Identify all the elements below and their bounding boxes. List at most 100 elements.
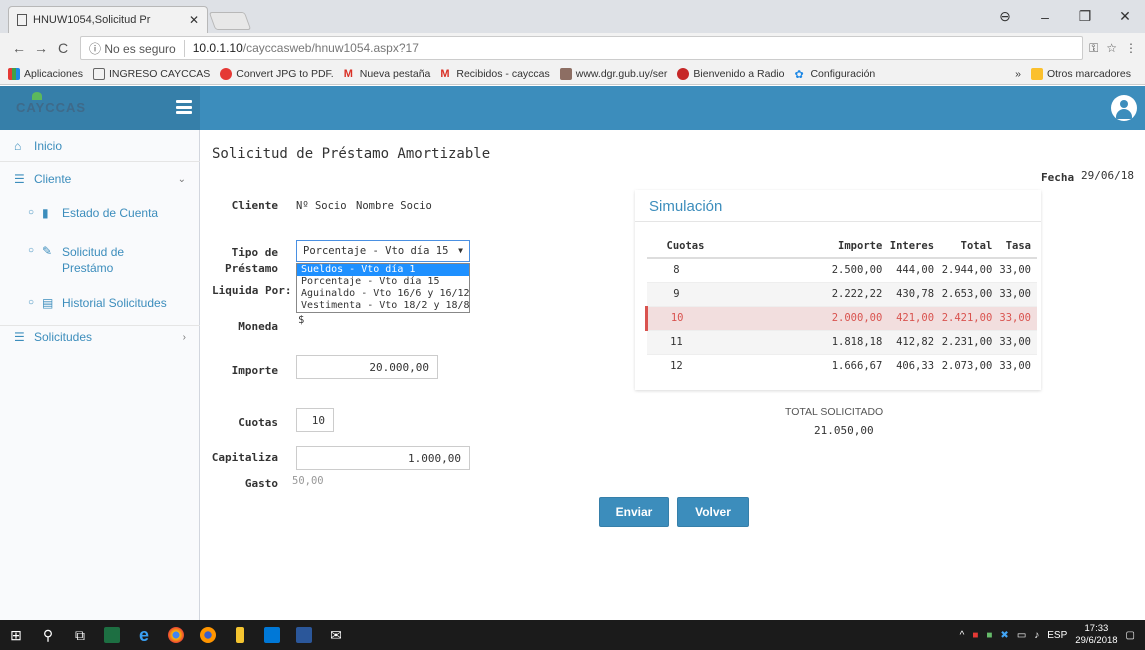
fecha-label: Fecha	[1041, 171, 1075, 184]
importe-cell: 2.222,22	[712, 281, 889, 306]
language-indicator[interactable]: ESP	[1047, 630, 1067, 641]
new-tab-button[interactable]	[208, 12, 252, 30]
dropdown-option[interactable]: Porcentaje - Vto día 15	[297, 276, 469, 288]
user-avatar-icon[interactable]	[1111, 95, 1137, 121]
bullet-icon: ○	[28, 245, 35, 256]
dropdown-option[interactable]: Aguinaldo - Vto 16/6 y 16/12	[297, 288, 470, 300]
interes-cell: 421,00	[888, 305, 941, 330]
table-row-selected[interactable]: 10 2.000,00 421,00 2.421,00 33,00	[645, 305, 1037, 330]
search-icon[interactable]: ⚲	[32, 620, 64, 650]
tipo-selected-value: Porcentaje - Vto día 15	[303, 245, 449, 257]
bookmark-label: www.dgr.gub.uy/ser	[575, 67, 668, 80]
excel-icon[interactable]	[96, 620, 128, 650]
reload-icon[interactable]: C	[52, 40, 74, 56]
enviar-button[interactable]: Enviar	[599, 497, 669, 527]
logo-area[interactable]: CAYCCAS	[0, 86, 200, 130]
mail-icon[interactable]: ✉	[320, 620, 352, 650]
gasto-label: Gasto	[244, 477, 278, 490]
divider	[635, 221, 1041, 222]
sidebar-item-label: Cliente	[34, 172, 72, 186]
notifications-icon[interactable]: ▢	[1126, 630, 1135, 641]
word-icon[interactable]	[288, 620, 320, 650]
importe-input[interactable]: 20.000,00	[296, 355, 438, 379]
simulation-panel: Simulación Cuotas Importe Interes Total …	[635, 190, 1041, 390]
volume-icon[interactable]: ♪	[1034, 630, 1039, 641]
dropdown-option[interactable]: Sueldos - Vto día 1	[297, 264, 469, 276]
sidebar-item-historial[interactable]: ○ ▤ Historial Solicitudes	[0, 296, 200, 326]
store-icon[interactable]	[256, 620, 288, 650]
column-header: Cuotas	[646, 234, 713, 259]
url-host: 10.0.1.10	[192, 41, 243, 55]
bookmark-apps[interactable]: Aplicaciones	[8, 67, 83, 80]
capitaliza-input[interactable]: 1.000,00	[296, 446, 470, 470]
logo-leaf-icon	[32, 92, 42, 100]
page-icon	[92, 67, 105, 80]
bar-chart-icon: ▮	[42, 206, 49, 220]
clock[interactable]: 17:33 29/6/2018	[1075, 623, 1117, 647]
back-icon[interactable]: ←	[8, 40, 30, 56]
column-header: Tasa	[998, 234, 1037, 259]
volver-button[interactable]: Volver	[677, 497, 749, 527]
cuotas-input[interactable]: 10	[296, 408, 334, 432]
table-row[interactable]: 11 1.818,18 412,82 2.231,00 33,00	[646, 329, 1037, 354]
network-icon[interactable]: ▭	[1017, 630, 1026, 641]
bookmarks-more-icon[interactable]: »	[1015, 68, 1021, 80]
tool-tray-icon[interactable]: ✖	[1000, 630, 1008, 641]
close-tab-icon[interactable]: ✕	[189, 13, 199, 27]
taskbar: ⊞ ⚲ ⧉ e ✉ ^ ■ ■ ✖ ▭ ♪ ESP 17:33 29/6/201…	[0, 620, 1145, 650]
table-row[interactable]: 8 2.500,00 444,00 2.944,00 33,00	[646, 257, 1037, 282]
capitaliza-label: Capitaliza	[211, 451, 278, 464]
moneda-label: Moneda	[238, 320, 278, 333]
profile-icon[interactable]: ⊖	[985, 8, 1025, 25]
star-icon[interactable]: ☆	[1106, 41, 1117, 56]
sidebar-item-cliente[interactable]: ☰ Cliente ⌄	[0, 162, 200, 196]
antivirus-icon[interactable]: ■	[972, 630, 978, 641]
bookmark-label: Recibidos - cayccas	[456, 67, 550, 80]
edge-icon[interactable]: e	[128, 620, 160, 650]
browser-tab[interactable]: HNUW1054,Solicitud Pr ✕	[8, 6, 208, 33]
chrome-icon[interactable]	[160, 620, 192, 650]
forward-icon[interactable]: →	[30, 40, 52, 56]
table-header-row: Cuotas Importe Interes Total Tasa	[646, 234, 1037, 259]
dropdown-option[interactable]: Vestimenta - Vto 18/2 y 18/8	[297, 300, 470, 312]
minimize-icon[interactable]: –	[1025, 9, 1065, 25]
windows-start-icon[interactable]: ⊞	[0, 620, 32, 650]
bookmark-dgr[interactable]: www.dgr.gub.uy/ser	[559, 67, 668, 80]
bookmark-convert[interactable]: Convert JPG to PDF.	[220, 67, 334, 80]
sidebar-item-estado-cuenta[interactable]: ○ ▮ Estado de Cuenta	[0, 206, 200, 220]
file-explorer-icon[interactable]	[224, 620, 256, 650]
document-icon: ▤	[42, 296, 54, 310]
bookmark-recibidos[interactable]: M Recibidos - cayccas	[440, 68, 549, 80]
tasa-cell: 33,00	[998, 281, 1037, 306]
app-tray-icon[interactable]: ■	[986, 630, 992, 641]
sidebar-item-solicitudes[interactable]: ☰ Solicitudes ›	[0, 328, 200, 346]
sidebar-item-solicitud-prestamo[interactable]: ○ ✎ Solicitud de Prestámo	[0, 244, 170, 276]
hamburger-menu-icon[interactable]	[176, 100, 192, 114]
firefox-icon[interactable]	[192, 620, 224, 650]
close-window-icon[interactable]: ✕	[1105, 8, 1145, 25]
url-input[interactable]: ⓘ No es seguro 10.0.1.10/cayccasweb/hnuw…	[80, 36, 1084, 60]
table-row[interactable]: 12 1.666,67 406,33 2.073,00 33,00	[646, 353, 1037, 378]
sidebar-item-inicio[interactable]: ⌂ Inicio	[0, 130, 200, 162]
restore-icon[interactable]: ❐	[1065, 8, 1105, 25]
other-bookmarks[interactable]: Otros marcadores	[1030, 68, 1131, 80]
security-text: No es seguro	[104, 41, 176, 56]
table-row[interactable]: 9 2.222,22 430,78 2.653,00 33,00	[646, 281, 1037, 306]
bookmark-radio[interactable]: Bienvenido a Radio	[677, 67, 785, 80]
column-header: Importe	[712, 234, 889, 259]
bookmark-nueva[interactable]: M Nueva pestaña	[344, 68, 431, 80]
tipo-prestamo-select[interactable]: Porcentaje - Vto día 15 ▼	[296, 240, 470, 262]
task-view-icon[interactable]: ⧉	[64, 620, 96, 650]
bookmark-config[interactable]: ✿ Configuración	[794, 68, 875, 81]
bookmark-ingreso[interactable]: INGRESO CAYCCAS	[92, 67, 210, 80]
security-indicator[interactable]: ⓘ No es seguro	[89, 39, 185, 57]
tray-expand-icon[interactable]: ^	[960, 630, 965, 641]
tab-title: HNUW1054,Solicitud Pr	[33, 14, 151, 26]
total-cell: 2.073,00	[940, 353, 999, 378]
gear-icon: ✿	[794, 68, 804, 81]
total-cell: 2.421,00	[940, 305, 999, 330]
key-icon[interactable]: ⚿	[1089, 41, 1098, 56]
chevron-right-icon: ›	[182, 331, 186, 343]
bookmark-label: Bienvenido a Radio	[693, 67, 785, 80]
menu-icon[interactable]: ⋮	[1125, 41, 1137, 56]
